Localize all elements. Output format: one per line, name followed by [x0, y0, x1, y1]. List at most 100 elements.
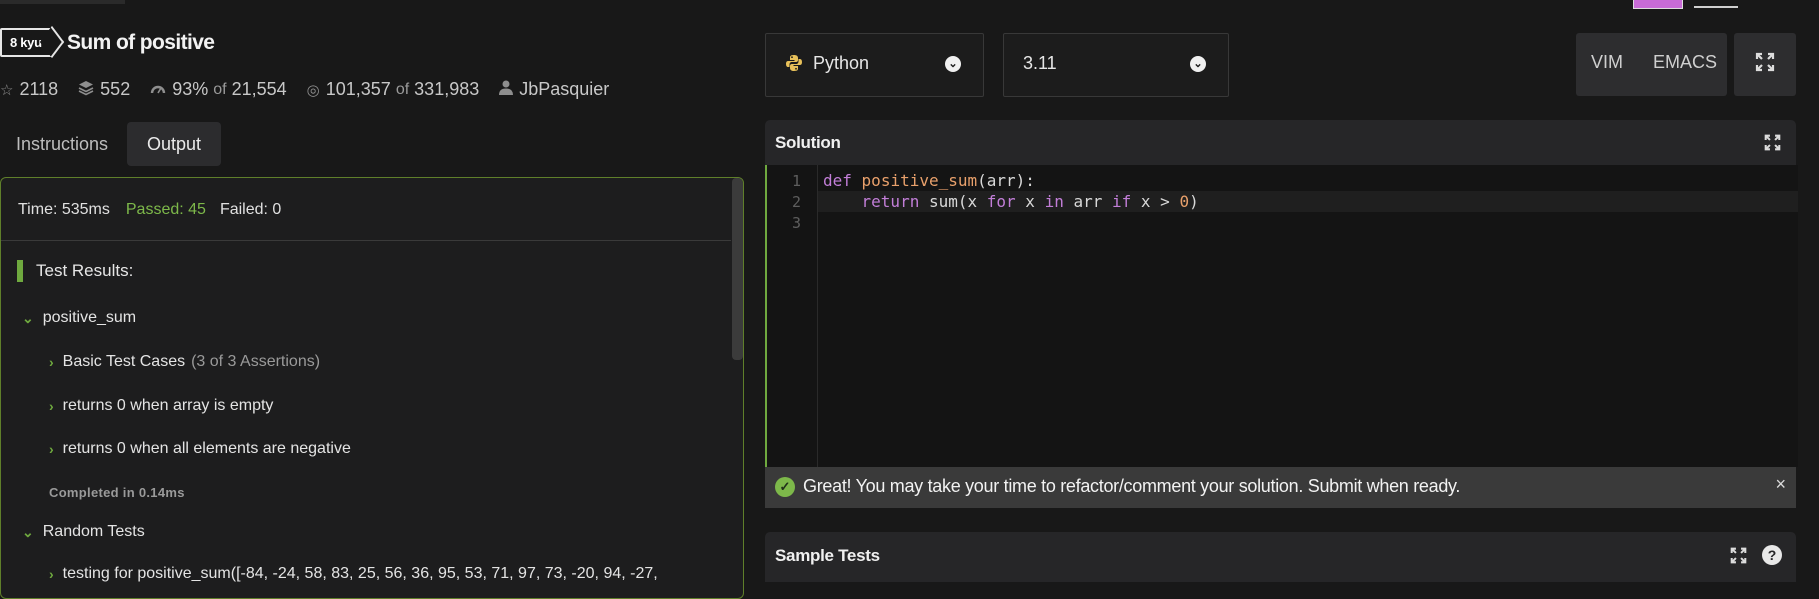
chevron-right-icon: ›	[49, 441, 54, 457]
stars-stat[interactable]: ☆ 2118	[0, 79, 58, 100]
kata-title: Sum of positive	[67, 31, 215, 54]
results-accent-bar	[17, 260, 23, 282]
version-value: 3.11	[1023, 53, 1057, 73]
random-label: Random Tests	[42, 523, 145, 540]
tab-output[interactable]: Output	[127, 122, 222, 166]
chevron-right-icon: ›	[49, 398, 54, 414]
suite-label: positive_sum	[42, 309, 137, 326]
suite-positive-sum[interactable]: ⌄ positive_sum	[22, 309, 136, 327]
kyu-rank: 8 kyu	[0, 28, 53, 57]
sample-tests-label: Sample Tests	[775, 546, 880, 565]
user-icon	[499, 80, 514, 99]
output-panel: Time: 535ms Passed: 45 Failed: 0 Test Resu…	[0, 177, 744, 599]
collections-count: 552	[100, 79, 131, 99]
time-label: Time: 535ms	[18, 201, 110, 218]
test-empty-label: returns 0 when array is empty	[62, 397, 274, 414]
chevron-right-icon: ›	[49, 354, 54, 370]
keyword-def: def	[823, 171, 852, 190]
chevron-down-icon: ⌄	[22, 309, 34, 326]
star-icon: ☆	[0, 81, 14, 99]
sample-tests-header: Sample Tests ?	[765, 532, 1796, 582]
fullscreen-button[interactable]	[1734, 33, 1796, 96]
test-summary: Time: 535ms Passed: 45 Failed: 0	[18, 201, 281, 219]
group-random-tests[interactable]: ⌄ Random Tests	[22, 523, 145, 541]
function-params: (arr):	[977, 171, 1035, 190]
chevron-down-icon: ⌄	[945, 56, 961, 72]
chevron-down-icon: ⌄	[1190, 56, 1206, 72]
editor-mode-toggle: VIM EMACS	[1576, 33, 1727, 96]
keyword-in: in	[1044, 192, 1064, 211]
random-test-label: testing for positive_sum([-84, -24, 58, …	[62, 565, 658, 582]
code-token: arr	[1063, 192, 1113, 211]
version-select[interactable]: 3.11 ⌄	[1003, 33, 1229, 97]
expand-icon	[1755, 52, 1775, 77]
test-empty-array[interactable]: › returns 0 when array is empty	[49, 397, 273, 415]
test-results-label: Test Results:	[36, 261, 134, 280]
group-basic-tests[interactable]: › Basic Test Cases (3 of 3 Assertions)	[49, 353, 320, 371]
language-select[interactable]: Python ⌄	[765, 33, 984, 97]
chevron-down-icon: ⌄	[22, 523, 34, 540]
line-gutter: 1 2 3	[767, 165, 818, 467]
satisfaction-votes: 21,554	[231, 79, 287, 99]
random-test-item[interactable]: › testing for positive_sum([-84, -24, 58…	[49, 565, 658, 583]
line-number: 2	[791, 193, 801, 211]
target-icon: ◎	[306, 81, 320, 99]
top-bar-edge	[0, 0, 125, 4]
code-token: x	[1015, 192, 1045, 211]
completed-time: Completed in 0.14ms	[49, 485, 185, 500]
summary-divider	[1, 240, 731, 241]
solution-label: Solution	[775, 133, 841, 152]
basic-label: Basic Test Cases	[62, 353, 186, 370]
layers-icon	[78, 80, 94, 100]
expand-icon[interactable]	[1730, 547, 1747, 569]
attempts-count: 331,983	[414, 79, 480, 99]
vim-button[interactable]: VIM	[1591, 52, 1623, 73]
expand-icon[interactable]	[1764, 134, 1781, 156]
profile-avatar[interactable]	[1633, 0, 1683, 9]
language-value: Python	[813, 53, 870, 73]
code-token: )	[1189, 192, 1199, 211]
test-results-heading: Test Results:	[17, 260, 133, 282]
keyword-return: return	[861, 192, 920, 211]
test-negative-label: returns 0 when all elements are negative	[62, 440, 351, 457]
author-stat[interactable]: JbPasquier	[499, 79, 609, 100]
completed-stat: ◎ 101,357 of 331,983	[307, 79, 480, 100]
failed-count: Failed: 0	[219, 201, 282, 218]
basic-count: (3 of 3 Assertions)	[191, 353, 321, 370]
check-circle-icon: ✓	[775, 477, 795, 497]
code-line-1[interactable]: def positive_sum(arr):	[823, 171, 1035, 190]
menu-underline[interactable]	[1694, 6, 1738, 8]
python-icon	[785, 54, 803, 77]
banner-message: Great! You may take your time to refacto…	[803, 476, 1461, 496]
line-number: 1	[791, 172, 801, 190]
collections-stat[interactable]: 552	[78, 79, 130, 100]
number-literal: 0	[1179, 192, 1190, 211]
keyword-for: for	[986, 192, 1016, 211]
success-banner: ✓ Great! You may take your time to refac…	[765, 467, 1796, 508]
close-icon[interactable]: ×	[1775, 474, 1786, 495]
completed-count: 101,357	[325, 79, 391, 99]
stars-count: 2118	[19, 79, 59, 99]
line-number: 3	[791, 214, 801, 232]
solution-header: Solution	[765, 120, 1796, 165]
satisfaction-stat: 93% of 21,554	[150, 79, 287, 100]
tab-instructions[interactable]: Instructions	[0, 122, 124, 166]
author-name[interactable]: JbPasquier	[519, 79, 609, 100]
gauge-icon	[150, 81, 166, 98]
function-name: positive_sum	[861, 171, 978, 190]
test-all-negative[interactable]: › returns 0 when all elements are negati…	[49, 440, 351, 458]
passed-count: Passed: 45	[125, 201, 206, 218]
rank-badge: 8 kyu	[0, 28, 53, 57]
code-editor[interactable]: 1 2 3 def positive_sum(arr): return sum(…	[765, 165, 1798, 467]
chevron-right-icon: ›	[49, 566, 54, 582]
code-token: sum(x	[919, 192, 987, 211]
emacs-button[interactable]: EMACS	[1653, 52, 1717, 73]
output-scrollbar[interactable]	[732, 178, 743, 360]
keyword-if: if	[1112, 192, 1132, 211]
satisfaction-of: of	[213, 80, 227, 98]
code-token: x >	[1131, 192, 1180, 211]
help-icon[interactable]: ?	[1762, 545, 1782, 565]
code-line-2[interactable]: return sum(x for x in arr if x > 0)	[823, 192, 1199, 211]
kata-stats: ☆ 2118 552 93% of 21,554 ◎ 101,357 of 33…	[0, 79, 629, 100]
top-nav-icons	[1399, 0, 1819, 10]
